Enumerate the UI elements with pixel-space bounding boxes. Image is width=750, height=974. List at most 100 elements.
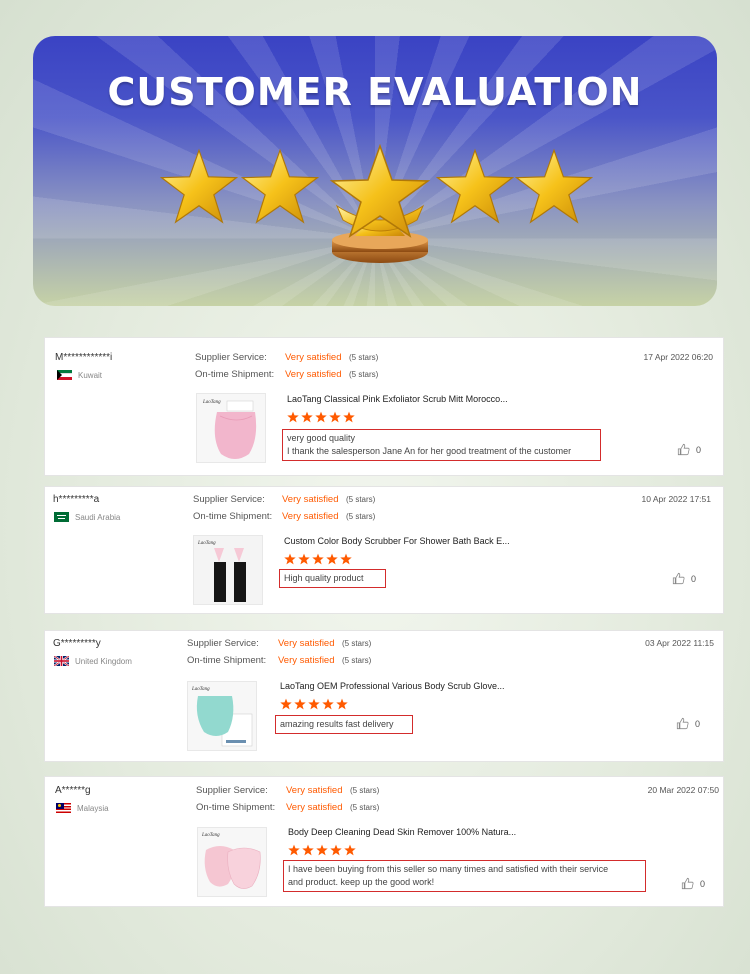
like-count: 0 (691, 573, 697, 584)
star-icon (308, 698, 320, 710)
svg-text:LaoTang: LaoTang (191, 687, 210, 692)
saudi-arabia-flag-icon (54, 512, 69, 522)
review-card: A******g Malaysia Supplier Service: Very… (44, 776, 724, 907)
gold-star-icon (436, 148, 514, 224)
star-icon (287, 411, 299, 423)
supplier-service-value: Very satisfied (278, 638, 335, 649)
reviewer-country: United Kingdom (54, 656, 132, 666)
product-name[interactable]: Custom Color Body Scrubber For Shower Ba… (284, 536, 510, 546)
supplier-service-stars: (5 stars) (346, 495, 376, 504)
shipment-value: Very satisfied (282, 511, 339, 522)
svg-text:LaoTang: LaoTang (202, 400, 221, 405)
review-text: I have been buying from this seller so m… (283, 860, 646, 892)
reviewer-country: Saudi Arabia (54, 512, 120, 522)
reviewer-name: A******g (55, 785, 91, 796)
rating-stars (284, 553, 352, 565)
rating-stars (287, 411, 355, 423)
gold-star-icon (241, 148, 319, 224)
shipment-stars: (5 stars) (350, 803, 380, 812)
star-icon (301, 411, 313, 423)
shipment-label: On-time Shipment: (187, 655, 267, 666)
like-button[interactable]: 0 (677, 443, 701, 456)
star-icon (343, 411, 355, 423)
review-line: amazing results fast delivery (280, 719, 394, 729)
star-icon (316, 844, 328, 856)
star-icon (280, 698, 292, 710)
banner-title: CUSTOMER EVALUATION (107, 70, 643, 114)
product-name[interactable]: LaoTang OEM Professional Various Body Sc… (280, 681, 504, 691)
star-icon (284, 553, 296, 565)
like-button[interactable]: 0 (676, 717, 700, 730)
review-line: I thank the salesperson Jane An for her … (287, 446, 572, 456)
review-text: very good quality I thank the salesperso… (282, 429, 601, 461)
product-thumbnail[interactable]: LaoTang (193, 535, 263, 605)
star-icon (302, 844, 314, 856)
product-name[interactable]: LaoTang Classical Pink Exfoliator Scrub … (287, 394, 508, 404)
body-scrubber-image: LaoTang (194, 536, 262, 604)
supplier-service-value: Very satisfied (286, 785, 343, 796)
review-line: High quality product (284, 573, 364, 583)
supplier-service-label: Supplier Service: (193, 494, 265, 505)
gold-star-icon (160, 148, 238, 224)
supplier-service-label: Supplier Service: (195, 352, 267, 363)
shipment-value: Very satisfied (285, 369, 342, 380)
supplier-service-stars: (5 stars) (342, 639, 372, 648)
shipment-label: On-time Shipment: (193, 511, 273, 522)
gold-star-icon (515, 148, 593, 224)
like-count: 0 (700, 878, 706, 889)
star-icon (288, 844, 300, 856)
star-icon (344, 844, 356, 856)
country-name: Kuwait (78, 370, 103, 380)
reviewer-name: G*********y (53, 638, 101, 649)
review-date: 10 Apr 2022 17:51 (641, 494, 711, 504)
star-icon (315, 411, 327, 423)
pink-mitt-image: LaoTang (197, 394, 265, 462)
product-thumbnail[interactable]: LaoTang (187, 681, 257, 751)
review-line: very good quality (287, 433, 356, 443)
svg-text:LaoTang: LaoTang (201, 833, 220, 838)
shipment-stars: (5 stars) (346, 512, 376, 521)
supplier-service-label: Supplier Service: (196, 785, 268, 796)
country-name: Malaysia (77, 803, 109, 813)
like-count: 0 (696, 444, 702, 455)
scrub-glove-image: LaoTang (188, 682, 256, 750)
reviewer-name: M************i (55, 352, 113, 363)
rating-stars (280, 698, 348, 710)
malaysia-flag-icon (56, 803, 71, 813)
star-icon (322, 698, 334, 710)
like-button[interactable]: 0 (672, 572, 696, 585)
review-text: amazing results fast delivery (275, 715, 413, 734)
star-icon (298, 553, 310, 565)
reviewer-country: Kuwait (57, 370, 102, 380)
thumbs-up-icon (676, 717, 689, 730)
reviewer-name: h*********a (53, 494, 100, 505)
star-icon (330, 844, 342, 856)
thumbs-up-icon (677, 443, 690, 456)
review-date: 20 Mar 2022 07:50 (647, 785, 719, 795)
evaluation-banner: CUSTOMER EVALUATION (33, 36, 717, 306)
supplier-service-label: Supplier Service: (187, 638, 259, 649)
shipment-label: On-time Shipment: (195, 369, 275, 380)
thumbs-up-icon (672, 572, 685, 585)
review-card: M************i Kuwait Supplier Service: … (44, 337, 724, 476)
skin-remover-image: LaoTang (198, 828, 266, 896)
supplier-service-stars: (5 stars) (349, 353, 379, 362)
svg-text:LaoTang: LaoTang (197, 541, 216, 546)
review-date: 03 Apr 2022 11:15 (645, 638, 714, 648)
shipment-label: On-time Shipment: (196, 802, 276, 813)
review-card: h*********a Saudi Arabia Supplier Servic… (44, 486, 724, 614)
review-card: G*********y United Kingdom Supplier Serv… (44, 630, 724, 762)
review-text: High quality product (279, 569, 386, 588)
shipment-stars: (5 stars) (349, 370, 379, 379)
product-thumbnail[interactable]: LaoTang (196, 393, 266, 463)
like-button[interactable]: 0 (681, 877, 705, 890)
reviewer-country: Malaysia (56, 803, 109, 813)
star-icon (312, 553, 324, 565)
product-name[interactable]: Body Deep Cleaning Dead Skin Remover 100… (288, 827, 516, 837)
country-name: United Kingdom (75, 656, 132, 666)
review-date: 17 Apr 2022 06:20 (643, 352, 713, 362)
rating-stars (288, 844, 356, 856)
product-thumbnail[interactable]: LaoTang (197, 827, 267, 897)
star-icon (340, 553, 352, 565)
shipment-stars: (5 stars) (342, 656, 372, 665)
